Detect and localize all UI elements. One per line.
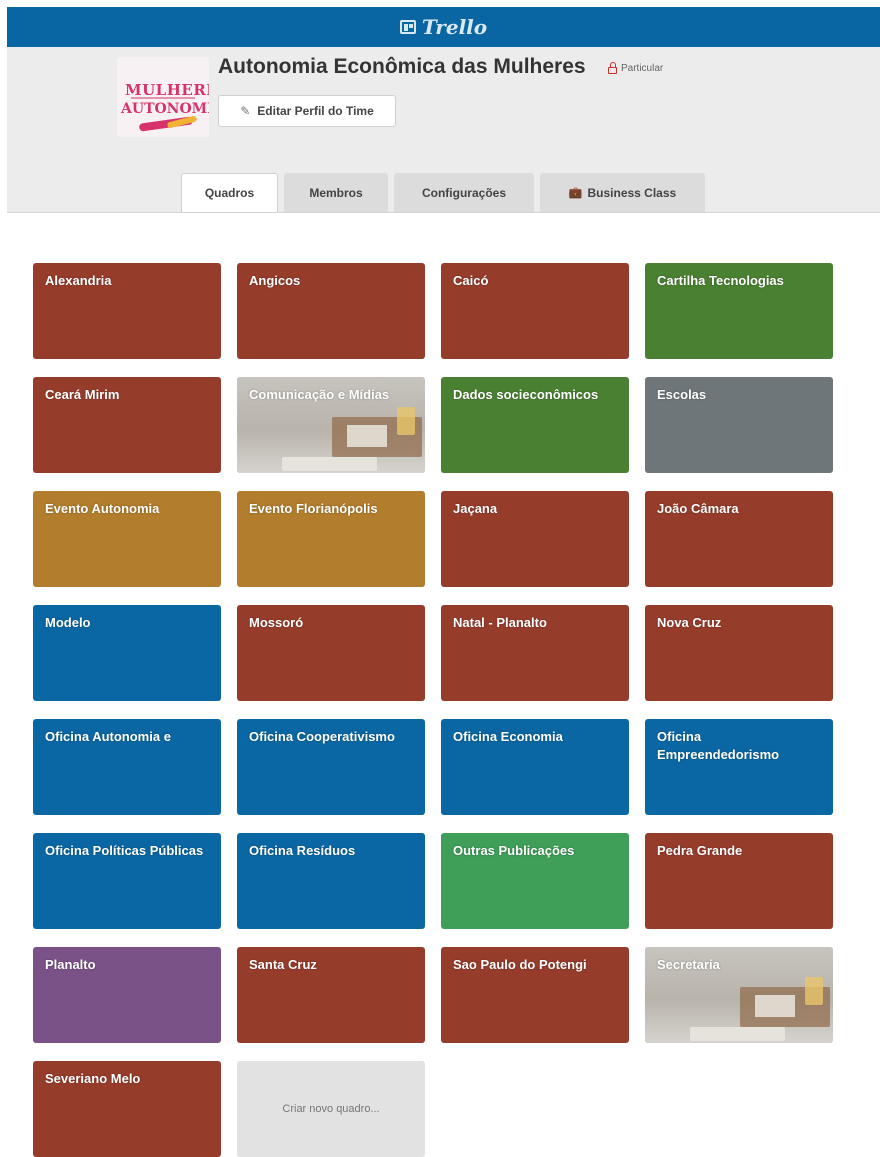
board-tile[interactable]: Severiano Melo [33, 1061, 221, 1157]
board-tile[interactable]: Oficina Cooperativismo [237, 719, 425, 815]
board-tile[interactable]: Evento Autonomia [33, 491, 221, 587]
boards-grid: Alexandria Angicos Caicó Cartilha Tecnologi… [33, 263, 833, 1157]
board-tile[interactable]: Oficina Resíduos [237, 833, 425, 929]
board-tile[interactable]: Dados socieconômicos [441, 377, 629, 473]
edit-team-profile-button[interactable]: ✎ Editar Perfil do Time [218, 95, 396, 127]
board-tile[interactable]: Mossoró [237, 605, 425, 701]
team-logo: MULHERES AUTONOMIA [117, 57, 209, 137]
board-tile[interactable]: Outras Publicações [441, 833, 629, 929]
team-name: Autonomia Econômica das Mulheres [218, 55, 586, 78]
board-tile[interactable]: Evento Florianópolis [237, 491, 425, 587]
board-title: Alexandria [45, 273, 112, 288]
privacy-badge[interactable]: Particular [608, 61, 664, 74]
board-title: Ceará Mirim [45, 387, 120, 402]
board-tile[interactable]: Oficina Empreendedorismo [645, 719, 833, 815]
board-tile[interactable]: Planalto [33, 947, 221, 1043]
board-tile[interactable]: Pedra Grande [645, 833, 833, 929]
board-title: Comunicação e Mídias [249, 387, 390, 402]
board-tile[interactable]: Nova Cruz [645, 605, 833, 701]
team-tabs: Quadros Membros Configurações 💼 Business… [181, 173, 705, 212]
board-title: Jaçana [453, 501, 498, 516]
edit-team-profile-label: Editar Perfil do Time [257, 104, 374, 118]
board-title: Modelo [45, 615, 91, 630]
board-title: Mossoró [249, 615, 304, 630]
board-tile[interactable]: Secretaria [645, 947, 833, 1043]
tab-business-class[interactable]: 💼 Business Class [540, 173, 705, 212]
board-title: Planalto [45, 957, 96, 972]
board-tile[interactable]: João Câmara [645, 491, 833, 587]
trello-logo[interactable]: Trello [399, 15, 488, 39]
top-bar: Trello [7, 7, 880, 47]
lock-icon [608, 61, 617, 74]
board-title: Angicos [249, 273, 301, 288]
team-header: MULHERES AUTONOMIA Autonomia Econômica d… [7, 47, 880, 213]
board-tile[interactable]: Comunicação e Mídias [237, 377, 425, 473]
board-title: Escolas [657, 387, 707, 402]
board-tile[interactable]: Angicos [237, 263, 425, 359]
board-tile[interactable]: Sao Paulo do Potengi [441, 947, 629, 1043]
create-board-label: Criar novo quadro... [282, 1103, 380, 1115]
board-tile[interactable]: Oficina Políticas Públicas [33, 833, 221, 929]
board-title: Oficina Economia [453, 729, 563, 744]
board-tile[interactable]: Alexandria [33, 263, 221, 359]
board-tile[interactable]: Oficina Economia [441, 719, 629, 815]
board-tile[interactable]: Cartilha Tecnologias [645, 263, 833, 359]
board-title: Caicó [453, 273, 489, 288]
pencil-icon: ✎ [240, 104, 251, 118]
board-title: Secretaria [657, 957, 720, 972]
tab-quadros[interactable]: Quadros [181, 173, 278, 212]
team-logo-text-bottom: AUTONOMIA [121, 101, 209, 117]
board-tile[interactable]: Ceará Mirim [33, 377, 221, 473]
board-title: Outras Publicações [453, 843, 575, 858]
board-title: Cartilha Tecnologias [657, 273, 784, 288]
board-title: Evento Autonomia [45, 501, 160, 516]
board-title: Natal - Planalto [453, 615, 547, 630]
board-title: João Câmara [657, 501, 739, 516]
board-title: Dados socieconômicos [453, 387, 599, 402]
create-board-button[interactable]: Criar novo quadro... [237, 1061, 425, 1157]
trello-board-icon [399, 20, 416, 34]
board-tile[interactable]: Santa Cruz [237, 947, 425, 1043]
board-title: Santa Cruz [249, 957, 317, 972]
tab-configuracoes[interactable]: Configurações [394, 173, 534, 212]
board-tile[interactable]: Caicó [441, 263, 629, 359]
board-tile[interactable]: Escolas [645, 377, 833, 473]
board-tile[interactable]: Jaçana [441, 491, 629, 587]
privacy-label: Particular [621, 63, 664, 74]
board-tile[interactable]: Natal - Planalto [441, 605, 629, 701]
board-tile[interactable]: Oficina Autonomia e [33, 719, 221, 815]
briefcase-icon: 💼 [568, 187, 583, 199]
board-title: Severiano Melo [45, 1071, 141, 1086]
board-title: Oficina Resíduos [249, 843, 356, 858]
board-title: Nova Cruz [657, 615, 722, 630]
board-title: Oficina Empreendedorismo [657, 729, 780, 762]
trello-logo-text: Trello [421, 15, 488, 39]
board-title: Oficina Cooperativismo [249, 729, 395, 744]
tab-membros[interactable]: Membros [284, 173, 388, 212]
board-tile[interactable]: Modelo [33, 605, 221, 701]
board-title: Oficina Autonomia e [45, 729, 171, 744]
board-title: Evento Florianópolis [249, 501, 378, 516]
board-title: Sao Paulo do Potengi [453, 957, 587, 972]
board-title: Pedra Grande [657, 843, 743, 858]
board-title: Oficina Políticas Públicas [45, 843, 204, 858]
